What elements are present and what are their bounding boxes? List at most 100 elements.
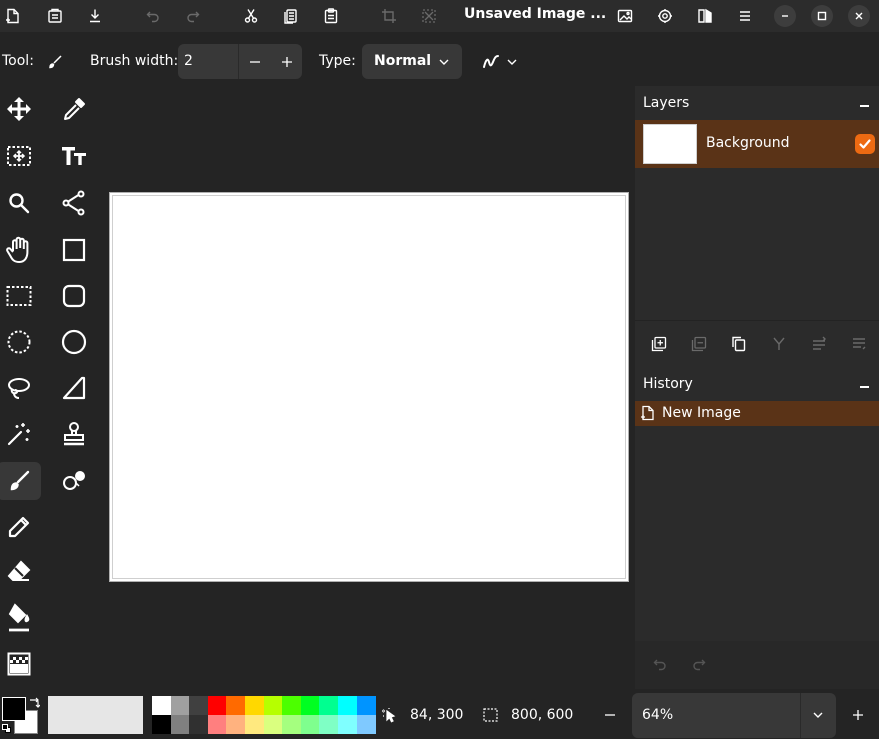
move-selection-tool[interactable] bbox=[0, 137, 41, 175]
zoom-combo[interactable]: 64% bbox=[632, 693, 836, 738]
palette-swatch[interactable] bbox=[300, 696, 320, 715]
selection-size-icon bbox=[483, 708, 498, 722]
deselect-icon[interactable] bbox=[417, 4, 441, 28]
pan-tool[interactable] bbox=[0, 231, 41, 269]
close-icon[interactable] bbox=[848, 5, 870, 27]
chevron-down-icon[interactable] bbox=[812, 709, 824, 721]
palette-swatch[interactable] bbox=[189, 715, 209, 734]
line-curve-tool[interactable] bbox=[52, 184, 96, 222]
increase-width-button[interactable] bbox=[271, 44, 303, 79]
undo-icon[interactable] bbox=[141, 4, 165, 28]
text-tool[interactable] bbox=[52, 137, 96, 175]
palette-swatch[interactable] bbox=[263, 696, 283, 715]
palette-swatch[interactable] bbox=[356, 696, 376, 715]
type-dropdown[interactable]: Normal bbox=[362, 44, 462, 79]
palette-swatch[interactable] bbox=[226, 715, 246, 734]
layer-properties-icon[interactable] bbox=[849, 334, 869, 354]
palette-swatch[interactable] bbox=[207, 696, 227, 715]
pan-icon bbox=[6, 236, 32, 264]
history-item[interactable]: New Image bbox=[635, 401, 879, 426]
adjustments-icon[interactable] bbox=[653, 4, 677, 28]
rounded-rectangle-tool[interactable] bbox=[52, 277, 96, 315]
primary-color-swatch[interactable] bbox=[2, 697, 26, 721]
color-selector[interactable] bbox=[2, 697, 42, 735]
maximize-icon[interactable] bbox=[811, 5, 833, 27]
palette-swatch[interactable] bbox=[338, 715, 357, 734]
cut-icon[interactable] bbox=[239, 4, 263, 28]
text-icon bbox=[61, 145, 87, 167]
brush-width-value[interactable]: 2 bbox=[184, 53, 193, 69]
minimize-panel-icon[interactable] bbox=[860, 105, 869, 107]
palette-swatch[interactable] bbox=[170, 696, 190, 715]
reset-colors-icon[interactable] bbox=[2, 724, 11, 733]
line-curve-icon bbox=[61, 190, 87, 216]
move-layer-up-icon[interactable] bbox=[809, 334, 829, 354]
zoom-out-button[interactable] bbox=[599, 706, 621, 724]
rectangle-tool[interactable] bbox=[52, 231, 96, 269]
merge-layer-down-icon[interactable] bbox=[769, 334, 789, 354]
gradient-tool[interactable] bbox=[0, 645, 41, 683]
swap-colors-icon[interactable] bbox=[28, 697, 40, 709]
palette-swatch[interactable] bbox=[170, 715, 190, 734]
duplicate-layer-icon[interactable] bbox=[729, 334, 749, 354]
menu-icon[interactable] bbox=[733, 4, 757, 28]
color-picker-tool[interactable] bbox=[52, 90, 96, 128]
palette-swatch[interactable] bbox=[319, 696, 339, 715]
zoom-value[interactable]: 64% bbox=[642, 707, 673, 723]
zoom-tool[interactable] bbox=[0, 184, 41, 222]
image-canvas[interactable] bbox=[109, 192, 629, 582]
undo-icon[interactable] bbox=[653, 657, 667, 671]
lasso-select-tool[interactable] bbox=[0, 369, 41, 407]
palette-swatch[interactable] bbox=[207, 715, 227, 734]
redo-icon[interactable] bbox=[181, 4, 205, 28]
add-layer-icon[interactable] bbox=[649, 334, 669, 354]
palette-swatch[interactable] bbox=[338, 696, 357, 715]
palette-swatch[interactable] bbox=[356, 715, 376, 734]
redo-icon[interactable] bbox=[692, 657, 706, 671]
pencil-tool[interactable] bbox=[0, 508, 41, 546]
layer-thumbnail bbox=[643, 124, 697, 164]
paintbrush-tool[interactable] bbox=[0, 462, 41, 500]
palette-swatch[interactable] bbox=[245, 715, 264, 734]
palette-swatch[interactable] bbox=[263, 715, 283, 734]
layer-visibility-checkbox[interactable] bbox=[855, 134, 875, 154]
crop-icon[interactable] bbox=[377, 4, 401, 28]
delete-layer-icon[interactable] bbox=[689, 334, 709, 354]
open-icon[interactable] bbox=[43, 4, 67, 28]
palette-swatch[interactable] bbox=[226, 696, 246, 715]
effects-icon[interactable] bbox=[693, 4, 717, 28]
recolor-tool[interactable] bbox=[52, 462, 96, 500]
decrease-width-button[interactable] bbox=[239, 44, 271, 79]
freeform-shape-tool[interactable] bbox=[52, 369, 96, 407]
image-icon[interactable] bbox=[613, 4, 637, 28]
minimize-panel-icon[interactable] bbox=[860, 386, 869, 388]
save-icon[interactable] bbox=[83, 4, 107, 28]
canvas-surface[interactable] bbox=[112, 195, 626, 579]
palette-swatch[interactable] bbox=[152, 715, 171, 734]
ellipse-tool[interactable] bbox=[52, 323, 96, 361]
palette-swatch[interactable] bbox=[245, 696, 264, 715]
new-image-icon[interactable] bbox=[1, 4, 25, 28]
antialiasing-dropdown[interactable] bbox=[478, 50, 520, 74]
rectangle-select-tool[interactable] bbox=[0, 277, 41, 315]
palette-swatch[interactable] bbox=[282, 696, 302, 715]
palette-swatch[interactable] bbox=[319, 715, 339, 734]
recent-colors-swatch[interactable] bbox=[48, 696, 143, 734]
paste-icon[interactable] bbox=[319, 4, 343, 28]
layer-row[interactable]: Background bbox=[635, 120, 879, 168]
palette-swatch[interactable] bbox=[300, 715, 320, 734]
divider bbox=[800, 693, 801, 738]
zoom-in-button[interactable] bbox=[848, 706, 868, 724]
palette-swatch[interactable] bbox=[189, 696, 209, 715]
clone-stamp-tool[interactable] bbox=[52, 415, 96, 453]
eraser-tool[interactable] bbox=[0, 553, 41, 591]
palette-swatch[interactable] bbox=[282, 715, 302, 734]
copy-icon[interactable] bbox=[279, 4, 303, 28]
selection-size: 800, 600 bbox=[511, 707, 574, 723]
minimize-icon[interactable] bbox=[774, 5, 796, 27]
ellipse-select-tool[interactable] bbox=[0, 323, 41, 361]
paint-bucket-tool[interactable] bbox=[0, 599, 41, 637]
palette-swatch[interactable] bbox=[152, 696, 171, 715]
magic-wand-tool[interactable] bbox=[0, 415, 41, 453]
move-selected-tool[interactable] bbox=[0, 90, 41, 128]
